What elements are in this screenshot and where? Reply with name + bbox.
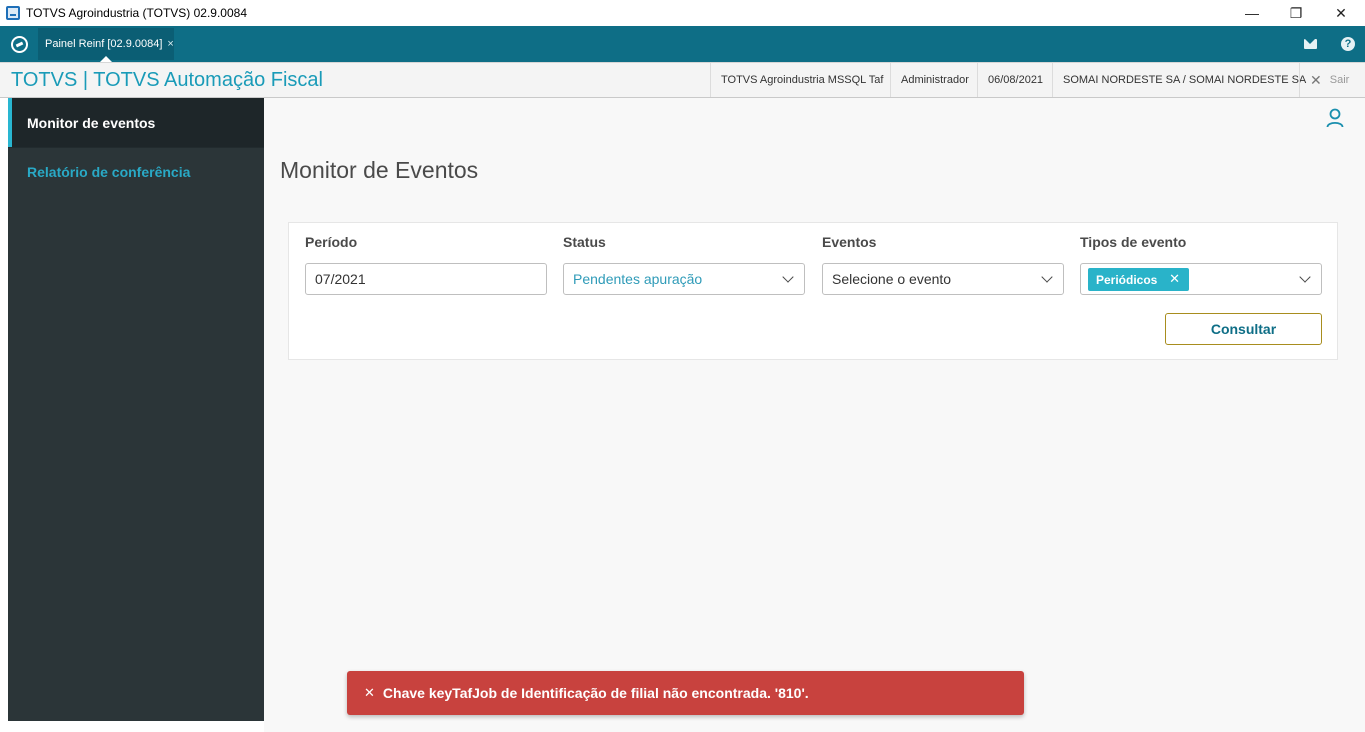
environment-info: TOTVS Agroindustria MSSQL Taf [710,63,893,97]
user-info: Administrador [890,63,979,97]
event-type-chip: Periódicos ✕ [1088,268,1189,291]
sidebar-item-relatorio-de-conferencia[interactable]: Relatório de conferência [8,147,264,195]
app-window-icon [6,6,20,20]
tab-bar: Painel Reinf [02.9.0084] × ? [0,26,1365,62]
events-label: Eventos [822,234,877,250]
restore-button[interactable]: ❐ [1273,0,1319,26]
period-field[interactable] [305,263,547,295]
toast-close-icon[interactable]: ✕ [364,685,375,701]
window-left-edge [0,98,8,732]
toast-message: Chave keyTafJob de Identificação de fili… [382,685,809,701]
company-info: SOMAI NORDESTE SA / SOMAI NORDESTE SA [1052,63,1316,97]
sidebar: Monitor de eventos Relatório de conferên… [8,98,264,721]
events-select[interactable]: Selecione o evento [822,263,1064,295]
app-header: TOTVS | TOTVS Automação Fiscal TOTVS Agr… [0,62,1365,98]
tab-close-icon[interactable]: × [167,38,173,50]
exit-label: Sair [1329,74,1350,86]
window-title: TOTVS Agroindustria (TOTVS) 02.9.0084 [26,6,247,20]
events-placeholder: Selecione o evento [832,271,952,287]
chevron-down-icon [782,271,794,283]
chevron-down-icon [1299,271,1311,283]
minimize-button[interactable]: — [1229,0,1275,26]
window-titlebar: TOTVS Agroindustria (TOTVS) 02.9.0084 — … [0,0,1365,26]
main-content [264,98,1365,732]
event-types-label: Tipos de evento [1080,234,1187,250]
totvs-logo-icon[interactable] [11,36,28,53]
error-toast: ✕ Chave keyTafJob de Identificação de fi… [347,671,1024,715]
period-label: Período [305,234,358,250]
close-window-button[interactable]: ✕ [1318,0,1364,26]
status-selected-value: Pendentes apuração [573,271,703,287]
tab-label: Painel Reinf [02.9.0084] [45,38,163,50]
help-icon[interactable]: ? [1341,37,1355,51]
chip-remove-icon[interactable]: ✕ [1169,271,1180,287]
exit-button[interactable]: ✕ Sair [1299,63,1349,97]
event-type-chip-label: Periódicos [1096,272,1158,287]
sidebar-item-monitor-de-eventos[interactable]: Monitor de eventos [8,98,264,147]
user-profile-icon[interactable] [1326,108,1344,128]
tab-painel-reinf[interactable]: Painel Reinf [02.9.0084] × [38,28,174,62]
status-label: Status [563,234,606,250]
date-info: 06/08/2021 [977,63,1053,97]
app-title: TOTVS | TOTVS Automação Fiscal [11,69,323,91]
status-select[interactable]: Pendentes apuração [563,263,805,295]
event-types-multiselect[interactable]: Periódicos ✕ [1080,263,1322,295]
exit-icon: ✕ [1310,71,1322,88]
period-input[interactable] [315,271,515,287]
chevron-down-icon [1041,271,1053,283]
mail-icon[interactable] [1304,39,1317,49]
page-title: Monitor de Eventos [280,157,479,183]
consult-button[interactable]: Consultar [1165,313,1322,345]
